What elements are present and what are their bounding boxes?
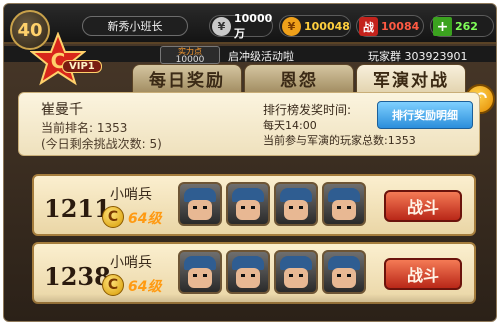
opponent-level: 64级	[128, 279, 162, 295]
plus-icon: +	[433, 17, 452, 36]
soldier-avatar[interactable]	[322, 250, 366, 294]
tab-grudge[interactable]: 恩怨	[244, 64, 354, 92]
opponent-squad	[178, 182, 370, 226]
fight-button[interactable]: 战斗	[384, 190, 462, 222]
soldier-avatar[interactable]	[178, 182, 222, 226]
remaining-challenges: (今日剩余挑战次数: 5)	[41, 137, 162, 151]
current-rank: 当前排名: 1353	[41, 119, 127, 136]
soldier-avatar[interactable]	[274, 182, 318, 226]
opponent-squad	[178, 250, 370, 294]
opponent-title: 小哨兵	[110, 255, 152, 271]
battle-counter: 战 10084	[356, 15, 424, 37]
c-rank-icon: C	[102, 206, 124, 228]
soldier-avatar[interactable]	[274, 250, 318, 294]
group-label: 玩家群	[368, 50, 401, 63]
power-value: 10000	[175, 55, 205, 65]
gold-counter[interactable]: ¥ 100048	[279, 15, 351, 37]
opponent-rank: 1238	[44, 262, 111, 291]
tab-daily-reward[interactable]: 每日奖励	[132, 64, 242, 92]
battle-icon: 战	[359, 17, 378, 36]
player-name[interactable]: 新秀小班长	[82, 16, 188, 36]
soldier-avatar[interactable]	[226, 182, 270, 226]
silver-value: 10000万	[234, 11, 273, 40]
fight-button[interactable]: 战斗	[384, 258, 462, 290]
player-info-panel: 崔曼千 当前排名: 1353 (今日剩余挑战次数: 5) 排行榜发奖时间: 每天…	[18, 92, 480, 156]
c-rank-icon: C	[102, 274, 124, 296]
gold-coin-icon: ¥	[282, 17, 301, 36]
participants-label: 当前参与军演的玩家总数:	[263, 134, 388, 147]
group-number: 303923901	[404, 50, 468, 63]
hp-counter[interactable]: + 262	[430, 15, 494, 37]
opponent-row: 1211 小哨兵 C 64级 战斗	[32, 174, 476, 236]
participants: 当前参与军演的玩家总数:1353	[263, 133, 416, 148]
opponent-rank: 1211	[44, 194, 111, 223]
game-frame: 新秀小班长 ¥ 10000万 ¥ 100048 战 10084 + 262 40…	[3, 3, 497, 322]
participants-value: 1353	[387, 134, 416, 147]
announcement-text[interactable]: 启冲级活动啦	[228, 48, 294, 64]
power-box: 实力点 10000	[160, 46, 220, 65]
soldier-avatar[interactable]	[178, 250, 222, 294]
tab-military-drill[interactable]: 军演对战	[356, 64, 466, 92]
silver-coin-icon: ¥	[212, 17, 231, 36]
player-group: 玩家群 303923901	[368, 48, 468, 64]
opponent-title: 小哨兵	[110, 187, 152, 203]
hp-value: 262	[455, 19, 478, 33]
gold-value: 100048	[304, 19, 350, 33]
panel-player-name: 崔曼千	[41, 102, 83, 118]
soldier-avatar[interactable]	[322, 182, 366, 226]
scroll-fade	[4, 294, 496, 321]
silver-counter: ¥ 10000万	[209, 12, 273, 40]
soldier-avatar[interactable]	[226, 250, 270, 294]
rank-label: 当前排名:	[41, 121, 94, 135]
tab-bar: 每日奖励 恩怨 军演对战	[132, 64, 468, 92]
reward-detail-button[interactable]: 排行奖励明细	[377, 101, 473, 129]
opponent-level: 64级	[128, 211, 162, 227]
battle-value: 10084	[381, 19, 420, 33]
rank-value: 1353	[96, 121, 128, 135]
vip-badge: VIP1	[62, 60, 102, 73]
